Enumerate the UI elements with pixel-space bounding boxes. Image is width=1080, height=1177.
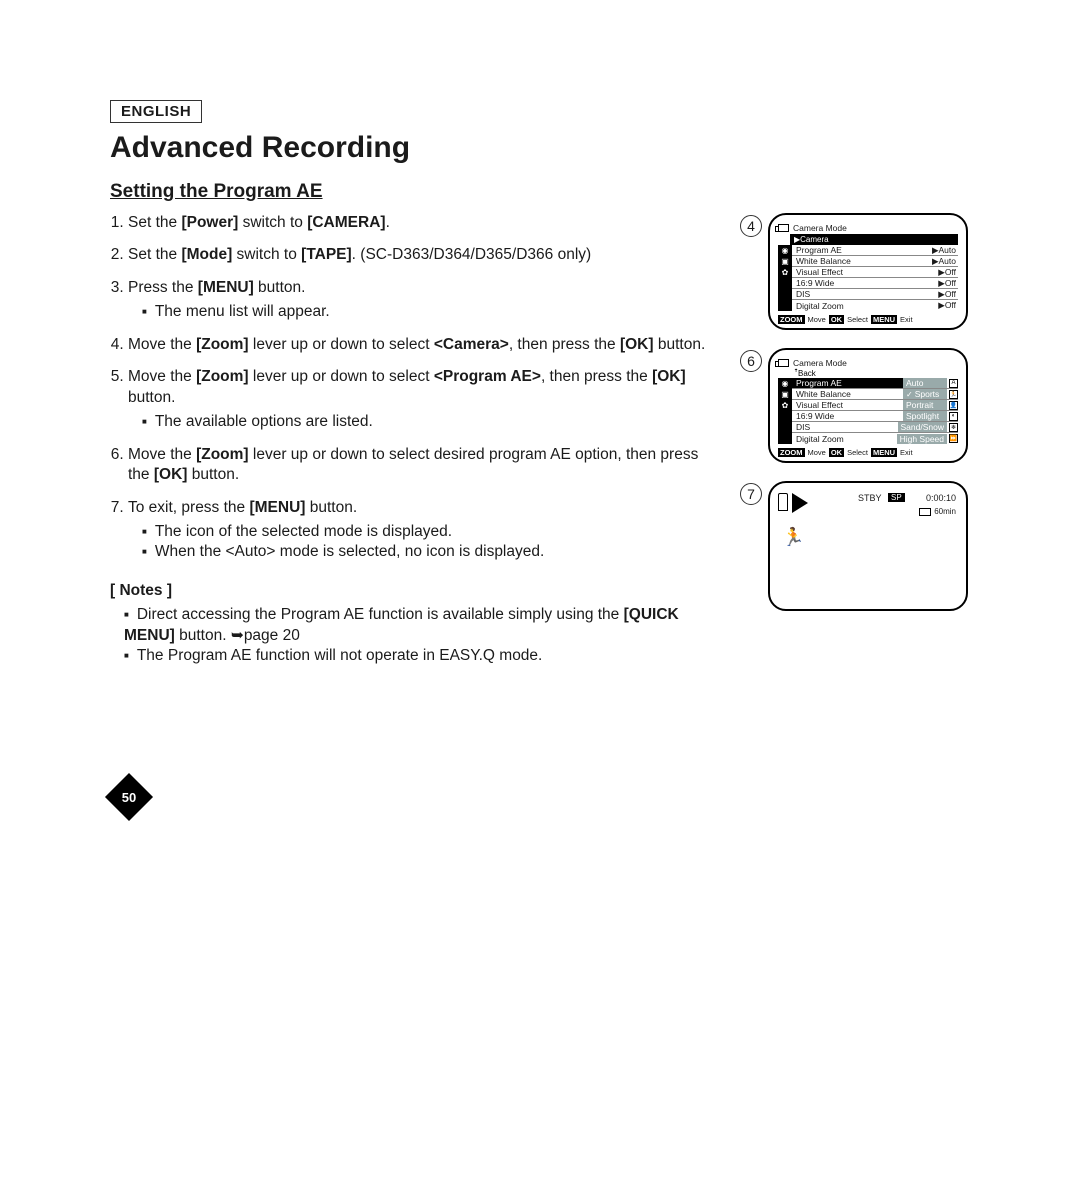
mode-icon-sandsnow: ❄ [949,423,958,432]
screen-title: Camera Mode [793,358,847,368]
step-3-sub: The menu list will appear. [142,302,718,322]
menu-row: DIS▶Off [792,289,958,300]
menu-row: Visual Effect▶Off [792,267,958,278]
mode-icon-auto: A [949,379,958,388]
menu-row: 16:9 Wide▶Off [792,278,958,289]
step-1: Set the [Power] switch to [CAMERA]. [128,213,718,233]
content-row: Set the [Power] switch to [CAMERA]. Set … [110,213,980,667]
menu-row: Digital Zoom▶Off [792,300,958,311]
language-badge: ENGLISH [110,100,202,123]
step-4: Move the [Zoom] lever up or down to sele… [128,335,718,355]
nav-hint-bar: ZOOMMove OKSelect MENUExit [778,315,958,324]
menu-icon-strip: ◉▣✿ [778,378,792,444]
step-2: Set the [Mode] switch to [TAPE]. (SC-D36… [128,245,718,265]
timecode: 0:00:10 [926,493,956,503]
figure-number-7: 7 [740,483,762,505]
step-7: To exit, press the [MENU] button. The ic… [128,498,718,563]
menu-icon-strip: ◉▣✿ [778,245,792,311]
step-5: Move the [Zoom] lever up or down to sele… [128,367,718,432]
notes-list: Direct accessing the Program AE function… [124,605,718,666]
notes-heading: [ Notes ] [110,581,718,601]
mode-icon-highspeed: ⏩ [949,434,958,443]
lcd-screen-7: STBY SP 0:00:10 60min 🏃 [768,481,968,611]
menu-row: Visual EffectPortrait👤 [792,400,958,411]
camera-icon [778,359,789,367]
figure-4: 4 Camera Mode ▶Camera ◉▣✿ Program AE▶Aut… [740,213,980,330]
status-stby: STBY [858,493,882,503]
remaining-time: 60min [919,507,956,516]
mode-icon-sports: 🏃 [949,390,958,399]
screen-submenu: ▶Camera [790,234,958,245]
mode-icon-portrait: 👤 [949,401,958,410]
rec-indicator-icon [792,493,808,513]
step-7-sub-2: When the <Auto> mode is selected, no ico… [142,542,718,562]
camera-icon [778,224,789,232]
step-5-sub: The available options are listed. [142,412,718,432]
menu-row: DISSand/Snow❄ [792,422,958,433]
screen-title: Camera Mode [793,223,847,233]
back-option: ꜛBack [790,369,958,378]
page-title: Advanced Recording [110,131,980,165]
note-2: The Program AE function will not operate… [124,646,718,666]
menu-row: White Balance▶Auto [792,256,958,267]
menu-row: Program AE▶Auto [792,245,958,256]
menu-row-selected: Program AEAutoA [792,378,958,389]
step-6: Move the [Zoom] lever up or down to sele… [128,445,718,486]
menu-row: Digital ZoomHigh Speed⏩ [792,433,958,444]
figure-column: 4 Camera Mode ▶Camera ◉▣✿ Program AE▶Aut… [740,213,980,667]
mode-icon-spotlight: ◐ [949,412,958,421]
speed-sp: SP [888,493,905,502]
menu-row: 16:9 WideSpotlight◐ [792,411,958,422]
lcd-screen-4: Camera Mode ▶Camera ◉▣✿ Program AE▶Auto … [768,213,968,330]
nav-hint-bar: ZOOMMove OKSelect MENUExit [778,448,958,457]
tape-icon [778,493,788,511]
page-number-badge: 50 [110,780,148,814]
figure-number-6: 6 [740,350,762,372]
sports-mode-icon: 🏃 [782,527,804,548]
lcd-screen-6: Camera Mode ꜛBack ◉▣✿ Program AEAutoA Wh… [768,348,968,463]
instruction-column: Set the [Power] switch to [CAMERA]. Set … [110,213,718,667]
step-list: Set the [Power] switch to [CAMERA]. Set … [128,213,718,563]
menu-row: White BalanceSports🏃 [792,389,958,400]
note-1: Direct accessing the Program AE function… [124,605,718,646]
figure-7: 7 STBY SP 0:00:10 60min 🏃 [740,481,980,611]
step-3: Press the [MENU] button. The menu list w… [128,278,718,323]
figure-number-4: 4 [740,215,762,237]
step-7-sub-1: The icon of the selected mode is display… [142,522,718,542]
section-title: Setting the Program AE [110,181,980,203]
manual-page: ENGLISH Advanced Recording Setting the P… [110,100,980,667]
figure-6: 6 Camera Mode ꜛBack ◉▣✿ Program AEAutoA … [740,348,980,463]
